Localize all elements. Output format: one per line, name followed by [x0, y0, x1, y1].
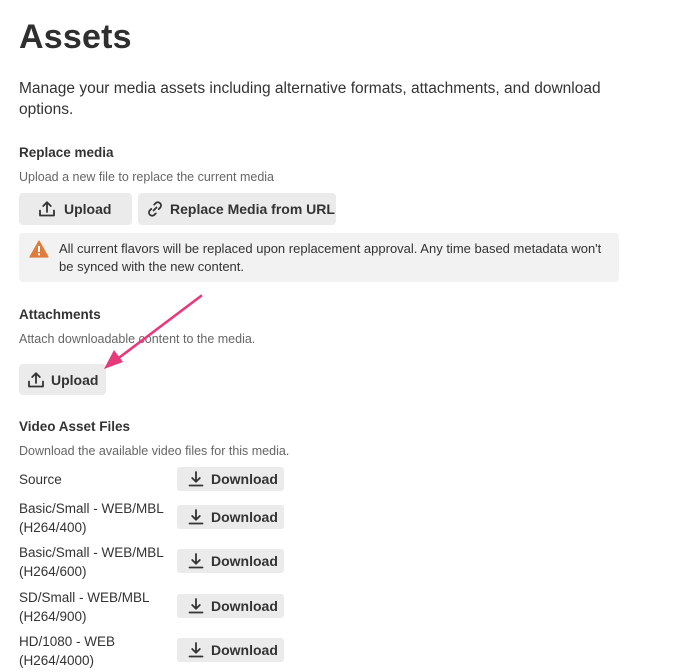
video-file-name: Source: [19, 472, 62, 487]
video-file-name: HD/1080 - WEB (H264/4000): [19, 634, 116, 668]
download-button-source[interactable]: Download: [177, 467, 284, 491]
download-icon: [187, 552, 205, 570]
replace-warning-alert: All current flavors will be replaced upo…: [19, 233, 619, 282]
video-file-name: Basic/Small - WEB/MBL (H264/600): [19, 545, 164, 579]
link-icon: [146, 200, 164, 218]
download-label: Download: [211, 642, 278, 658]
replace-upload-label: Upload: [64, 201, 112, 217]
page-description: Manage your media assets including alter…: [19, 80, 601, 118]
download-icon: [187, 470, 205, 488]
download-button-h264-4000[interactable]: Download: [177, 638, 284, 662]
replace-upload-button[interactable]: Upload: [19, 193, 132, 225]
upload-icon: [27, 371, 45, 389]
replace-from-url-button[interactable]: Replace Media from URL: [138, 193, 336, 225]
warning-icon: [29, 240, 49, 263]
download-label: Download: [211, 598, 278, 614]
download-button-h264-600[interactable]: Download: [177, 549, 284, 573]
upload-icon: [38, 200, 56, 218]
video-files-title: Video Asset Files: [19, 419, 131, 434]
replace-media-title: Replace media: [19, 145, 114, 160]
download-icon: [187, 641, 205, 659]
video-files-description: Download the available video files for t…: [19, 444, 290, 458]
download-button-h264-900[interactable]: Download: [177, 594, 284, 618]
download-icon: [187, 597, 205, 615]
replace-warning-text: All current flavors will be replaced upo…: [59, 241, 602, 274]
download-label: Download: [211, 553, 278, 569]
download-label: Download: [211, 471, 278, 487]
replace-media-description: Upload a new file to replace the current…: [19, 170, 275, 184]
attachments-upload-label: Upload: [51, 371, 99, 388]
download-label: Download: [211, 509, 278, 525]
video-file-name: Basic/Small - WEB/MBL (H264/400): [19, 501, 164, 535]
download-button-h264-400[interactable]: Download: [177, 505, 284, 529]
attachments-upload-button[interactable]: Upload: [19, 364, 106, 395]
download-icon: [187, 508, 205, 526]
attachments-title: Attachments: [19, 307, 101, 322]
attachments-description: Attach downloadable content to the media…: [19, 332, 256, 346]
video-file-name: SD/Small - WEB/MBL (H264/900): [19, 590, 150, 624]
replace-from-url-label: Replace Media from URL: [170, 201, 335, 217]
page-title: Assets: [19, 18, 132, 56]
